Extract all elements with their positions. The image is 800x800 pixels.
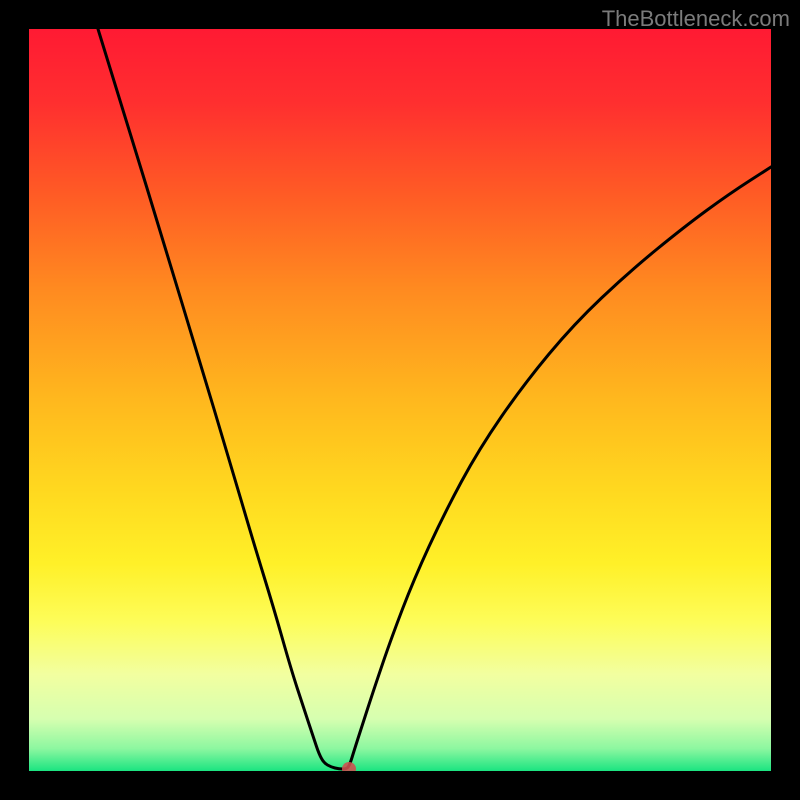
bottleneck-chart — [29, 29, 771, 771]
gradient-background — [29, 29, 771, 771]
watermark-text: TheBottleneck.com — [602, 6, 790, 32]
